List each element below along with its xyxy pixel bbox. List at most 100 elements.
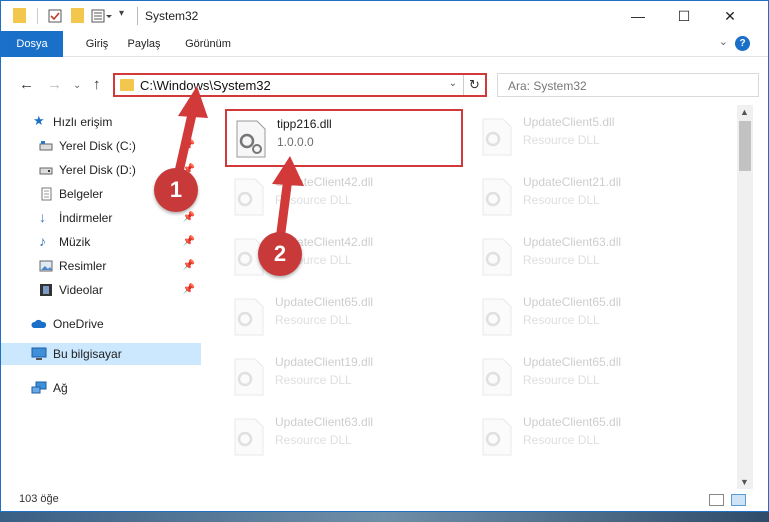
computer-icon (31, 347, 47, 361)
file-name: UpdateClient65.dll (275, 295, 374, 309)
dll-file-icon (231, 297, 267, 337)
properties-icon[interactable] (47, 8, 63, 24)
file-name: UpdateClient21.dll (523, 175, 622, 189)
file-description: Resource DLL (523, 193, 600, 207)
new-folder-icon[interactable] (71, 8, 85, 24)
file-description: Resource DLL (523, 253, 600, 267)
file-name: UpdateClient42.dll (275, 175, 374, 189)
drive-icon (39, 139, 53, 153)
file-name: UpdateClient65.dll (523, 295, 622, 309)
file-tile[interactable]: UpdateClient63.dll Resource DLL (473, 229, 713, 285)
address-folder-icon (120, 79, 134, 91)
folder-icon[interactable] (13, 8, 27, 24)
nav-item-videos[interactable]: Videolar 📌 (1, 279, 201, 301)
forward-arrow-icon[interactable]: → (47, 76, 62, 93)
downloads-icon: ↓ (39, 209, 46, 225)
minimize-button[interactable]: — (615, 1, 661, 31)
ribbon-expand-icon[interactable]: ⌄ (719, 35, 728, 48)
help-icon[interactable]: ? (735, 36, 750, 51)
file-description: Resource DLL (523, 373, 600, 387)
file-tile-tipp216[interactable]: tipp216.dll 1.0.0.0 (225, 109, 463, 167)
file-name: UpdateClient65.dll (523, 355, 622, 369)
step-2-badge: 2 (258, 232, 302, 276)
address-row: ← → ⌄ ↑ C:\Windows\System32 ⌄ ↻ Ara: Sys… (1, 67, 768, 103)
file-description: Resource DLL (275, 193, 352, 207)
explorer-window: ▾ System32 — ☐ ✕ Dosya Giriş Paylaş Görü… (0, 0, 769, 512)
tab-share[interactable]: Paylaş (119, 31, 169, 57)
file-tile[interactable]: UpdateClient19.dll Resource DLL (225, 349, 465, 405)
qa-dropdown-icon[interactable]: ▾ (119, 8, 131, 24)
search-input[interactable]: Ara: System32 (497, 73, 759, 97)
search-placeholder: Ara: System32 (508, 79, 587, 93)
file-description: Resource DLL (275, 373, 352, 387)
file-name: UpdateClient19.dll (275, 355, 374, 369)
nav-item-onedrive[interactable]: OneDrive (1, 313, 201, 335)
network-icon (31, 381, 47, 395)
tab-view[interactable]: Görünüm (177, 31, 239, 57)
dll-file-icon (231, 177, 267, 217)
pin-icon[interactable]: 📌 (183, 284, 195, 295)
music-icon: ♪ (39, 233, 46, 249)
file-tile[interactable]: UpdateClient65.dll Resource DLL (225, 289, 465, 345)
scroll-thumb[interactable] (739, 121, 751, 171)
file-name: UpdateClient65.dll (523, 415, 622, 429)
qa-divider (37, 8, 38, 24)
navigation-pane: ★ Hızlı erişim Yerel Disk (C:) 📌 Yerel D… (1, 105, 201, 471)
tab-file[interactable]: Dosya (1, 31, 63, 57)
up-arrow-icon[interactable]: ↑ (93, 76, 101, 93)
file-description: Resource DLL (275, 313, 352, 327)
scroll-down-icon[interactable]: ▼ (740, 477, 749, 487)
pin-icon[interactable]: 📌 (183, 236, 195, 247)
file-tile[interactable]: UpdateClient65.dll Resource DLL (473, 349, 713, 405)
dll-file-icon (233, 119, 269, 159)
file-tile[interactable]: UpdateClient42.dll Resource DLL (225, 169, 465, 225)
item-count: 103 öğe (19, 493, 59, 505)
nav-item-this-pc[interactable]: Bu bilgisayar (1, 343, 201, 365)
nav-item-network[interactable]: Ağ (1, 377, 201, 399)
file-tile[interactable]: UpdateClient65.dll Resource DLL (473, 289, 713, 345)
pin-icon[interactable]: 📌 (183, 140, 195, 151)
nav-item-disk-c[interactable]: Yerel Disk (C:) 📌 (1, 135, 201, 157)
recent-dropdown-icon[interactable]: ⌄ (73, 80, 81, 91)
close-button[interactable]: ✕ (707, 1, 753, 31)
documents-icon (39, 187, 53, 201)
dll-file-icon (479, 177, 515, 217)
file-name: UpdateClient63.dll (523, 235, 622, 249)
nav-item-pictures[interactable]: Resimler 📌 (1, 255, 201, 277)
pin-icon[interactable]: 📌 (183, 212, 195, 223)
maximize-button[interactable]: ☐ (661, 1, 707, 31)
nav-item-quick-access[interactable]: ★ Hızlı erişim (1, 111, 201, 133)
file-name: UpdateClient5.dll (523, 115, 615, 129)
ribbon-tabs: Dosya Giriş Paylaş Görünüm ⌄ ? (1, 31, 768, 57)
details-view-icon[interactable] (709, 494, 724, 506)
file-tile[interactable]: UpdateClient65.dll Resource DLL (473, 409, 713, 465)
file-description: Resource DLL (523, 313, 600, 327)
refresh-icon[interactable]: ↻ (463, 75, 485, 95)
tiles-view-icon[interactable] (731, 494, 746, 506)
window-title: System32 (145, 9, 199, 23)
title-divider (137, 7, 138, 25)
file-list: tipp216.dll 1.0.0.0 UpdateClient42.dll R… (201, 105, 737, 471)
pin-icon[interactable]: 📌 (183, 260, 195, 271)
status-bar: 103 öğe (1, 489, 768, 511)
address-path[interactable]: C:\Windows\System32 (140, 78, 271, 93)
dll-file-icon (231, 417, 267, 457)
scroll-up-icon[interactable]: ▲ (740, 107, 749, 117)
file-description: Resource DLL (523, 433, 600, 447)
tab-home[interactable]: Giriş (73, 31, 121, 57)
file-name: UpdateClient63.dll (275, 415, 374, 429)
file-name: tipp216.dll (277, 117, 332, 131)
address-dropdown-icon[interactable]: ⌄ (449, 78, 457, 89)
nav-item-music[interactable]: ♪ Müzik 📌 (1, 231, 201, 253)
dll-file-icon (479, 237, 515, 277)
customize-toolbar-icon[interactable] (91, 8, 113, 24)
file-description: Resource DLL (523, 133, 600, 147)
back-arrow-icon[interactable]: ← (19, 76, 34, 93)
file-tile[interactable]: UpdateClient63.dll Resource DLL (225, 409, 465, 465)
file-tile[interactable]: UpdateClient21.dll Resource DLL (473, 169, 713, 225)
address-bar[interactable]: C:\Windows\System32 ⌄ ↻ (113, 73, 487, 97)
pictures-icon (39, 259, 53, 273)
star-icon: ★ (33, 113, 45, 128)
vertical-scrollbar[interactable]: ▲ ▼ (737, 105, 753, 489)
file-tile[interactable]: UpdateClient5.dll Resource DLL (473, 109, 713, 165)
